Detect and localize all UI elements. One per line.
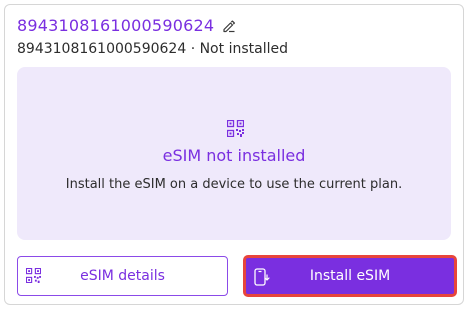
iccid-status-subtitle: 8943108161000590624 · Not installed bbox=[17, 41, 288, 57]
not-installed-panel: eSIM not installed Install the eSIM on a… bbox=[17, 67, 451, 240]
esim-details-button[interactable]: eSIM details bbox=[17, 256, 228, 296]
esim-details-label: eSIM details bbox=[80, 268, 165, 284]
panel-title: eSIM not installed bbox=[162, 146, 306, 165]
edit-pencil-icon[interactable] bbox=[222, 19, 236, 33]
install-esim-label: Install eSIM bbox=[309, 268, 391, 284]
qr-code-icon bbox=[26, 268, 41, 283]
iccid-title: 8943108161000590624 bbox=[17, 16, 215, 35]
phone-download-icon bbox=[254, 268, 270, 286]
qr-code-icon bbox=[227, 120, 244, 137]
title-row: 8943108161000590624 bbox=[17, 16, 236, 35]
esim-card: 8943108161000590624 8943108161000590624 … bbox=[4, 4, 464, 305]
install-esim-button[interactable]: Install eSIM bbox=[244, 256, 456, 296]
panel-description: Install the eSIM on a device to use the … bbox=[65, 177, 403, 192]
